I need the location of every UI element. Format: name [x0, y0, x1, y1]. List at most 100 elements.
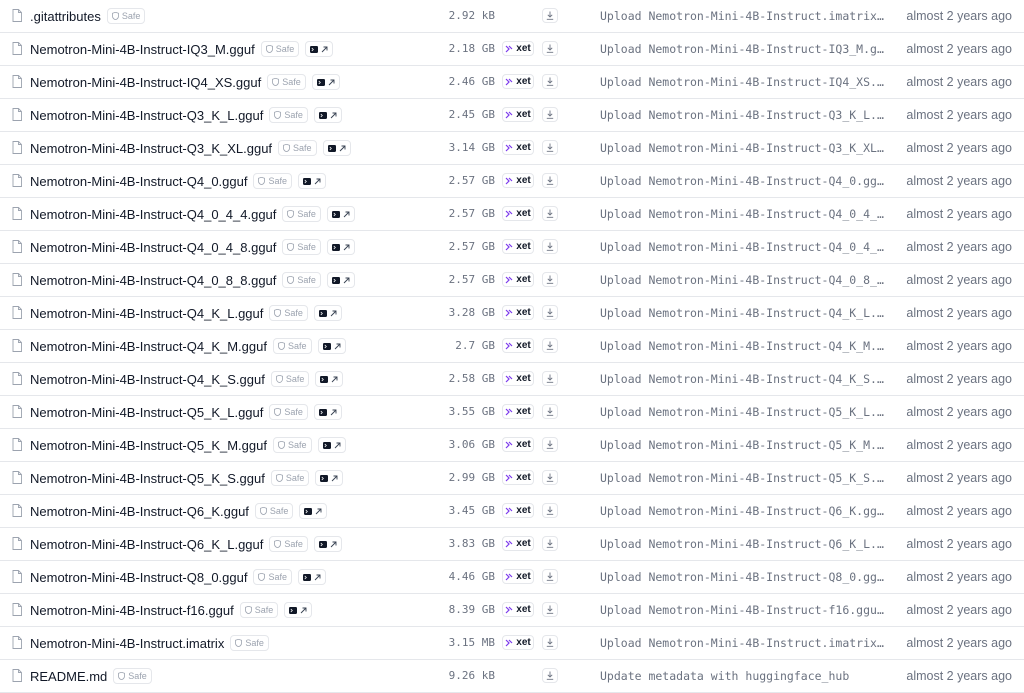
safe-badge[interactable]: Safe — [267, 74, 306, 90]
file-name-link[interactable]: Nemotron-Mini-4B-Instruct-Q5_K_M.gguf — [30, 438, 267, 453]
download-button[interactable] — [542, 338, 558, 353]
file-row[interactable]: Nemotron-Mini-4B-Instruct-Q4_0.gguf Safe… — [0, 165, 1024, 198]
file-row[interactable]: Nemotron-Mini-4B-Instruct.imatrix Safe 3… — [0, 627, 1024, 660]
download-button[interactable] — [542, 173, 558, 188]
open-in-app-button[interactable] — [298, 569, 326, 585]
xet-badge[interactable]: xet — [502, 239, 534, 254]
safe-badge[interactable]: Safe — [254, 503, 294, 519]
commit-message-link[interactable]: Update metadata with huggingface_hub — [600, 669, 890, 683]
file-name-link[interactable]: Nemotron-Mini-4B-Instruct-f16.gguf — [30, 603, 234, 618]
download-button[interactable] — [542, 404, 558, 419]
commit-message-link[interactable]: Upload Nemotron-Mini-4B-Instruct-Q6_K_L.… — [600, 537, 890, 551]
commit-message-link[interactable]: Upload Nemotron-Mini-4B-Instruct-Q4_K_S.… — [600, 372, 890, 386]
file-name-link[interactable]: Nemotron-Mini-4B-Instruct-Q4_K_L.gguf — [30, 306, 263, 321]
open-in-app-button[interactable] — [298, 173, 326, 189]
file-row[interactable]: Nemotron-Mini-4B-Instruct-IQ4_XS.gguf Sa… — [0, 66, 1024, 99]
download-button[interactable] — [542, 635, 558, 650]
open-in-app-button[interactable] — [305, 41, 334, 57]
open-in-app-button[interactable] — [326, 239, 355, 255]
commit-message-link[interactable]: Upload Nemotron-Mini-4B-Instruct-Q5_K_L.… — [600, 405, 890, 419]
commit-message-link[interactable]: Upload Nemotron-Mini-4B-Instruct-Q6_K.gg… — [600, 504, 890, 518]
xet-badge[interactable]: xet — [502, 206, 534, 221]
file-name-link[interactable]: Nemotron-Mini-4B-Instruct-Q4_K_M.gguf — [30, 339, 267, 354]
file-row[interactable]: Nemotron-Mini-4B-Instruct-Q4_0_8_8.gguf … — [0, 264, 1024, 297]
commit-message-link[interactable]: Upload Nemotron-Mini-4B-Instruct-Q4_0_4_… — [600, 240, 890, 254]
open-in-app-button[interactable] — [326, 206, 355, 222]
xet-badge[interactable]: xet — [502, 635, 534, 650]
commit-message-link[interactable]: Upload Nemotron-Mini-4B-Instruct-Q3_K_L.… — [600, 108, 890, 122]
file-name-link[interactable]: Nemotron-Mini-4B-Instruct-Q6_K_L.gguf — [30, 537, 263, 552]
commit-message-link[interactable]: Upload Nemotron-Mini-4B-Instruct.imatrix… — [600, 9, 890, 23]
xet-badge[interactable]: xet — [502, 569, 534, 584]
commit-message-link[interactable]: Upload Nemotron-Mini-4B-Instruct-IQ4_XS.… — [600, 75, 890, 89]
open-in-app-button[interactable] — [299, 503, 328, 519]
safe-badge[interactable]: Safe — [282, 272, 321, 288]
safe-badge[interactable]: Safe — [239, 602, 279, 618]
safe-badge[interactable]: Safe — [282, 239, 321, 255]
commit-message-link[interactable]: Upload Nemotron-Mini-4B-Instruct-IQ3_M.g… — [600, 42, 890, 56]
file-row[interactable]: Nemotron-Mini-4B-Instruct-f16.gguf Safe … — [0, 594, 1024, 627]
xet-badge[interactable]: xet — [502, 338, 534, 353]
file-row[interactable]: Nemotron-Mini-4B-Instruct-Q4_0_4_4.gguf … — [0, 198, 1024, 231]
safe-badge[interactable]: Safe — [272, 437, 312, 453]
xet-badge[interactable]: xet — [502, 602, 534, 617]
commit-message-link[interactable]: Upload Nemotron-Mini-4B-Instruct-Q5_K_M.… — [600, 438, 890, 452]
download-button[interactable] — [542, 503, 558, 518]
xet-badge[interactable]: xet — [502, 74, 534, 89]
file-name-link[interactable]: Nemotron-Mini-4B-Instruct-Q5_K_L.gguf — [30, 405, 263, 420]
safe-badge[interactable]: Safe — [269, 305, 308, 321]
open-in-app-button[interactable] — [315, 371, 344, 387]
commit-message-link[interactable]: Upload Nemotron-Mini-4B-Instruct-f16.ggu… — [600, 603, 890, 617]
download-button[interactable] — [542, 239, 558, 254]
download-button[interactable] — [542, 272, 558, 287]
xet-badge[interactable]: xet — [502, 470, 534, 485]
file-row[interactable]: README.md Safe 9.26 kB Update metadata w… — [0, 660, 1024, 693]
download-button[interactable] — [542, 371, 558, 386]
xet-badge[interactable]: xet — [502, 107, 534, 122]
file-name-link[interactable]: Nemotron-Mini-4B-Instruct-Q4_0.gguf — [30, 174, 247, 189]
download-button[interactable] — [542, 569, 558, 584]
xet-badge[interactable]: xet — [502, 536, 534, 551]
open-in-app-button[interactable] — [326, 272, 355, 288]
safe-badge[interactable]: Safe — [270, 470, 310, 486]
file-row[interactable]: Nemotron-Mini-4B-Instruct-Q8_0.gguf Safe… — [0, 561, 1024, 594]
file-row[interactable]: Nemotron-Mini-4B-Instruct-Q4_K_S.gguf Sa… — [0, 363, 1024, 396]
commit-message-link[interactable]: Upload Nemotron-Mini-4B-Instruct-Q8_0.gg… — [600, 570, 890, 584]
download-button[interactable] — [542, 206, 558, 221]
safe-badge[interactable]: Safe — [270, 371, 310, 387]
commit-message-link[interactable]: Upload Nemotron-Mini-4B-Instruct-Q4_0_4_… — [600, 207, 890, 221]
xet-badge[interactable]: xet — [502, 173, 534, 188]
file-name-link[interactable]: Nemotron-Mini-4B-Instruct-Q3_K_L.gguf — [30, 108, 263, 123]
file-row[interactable]: Nemotron-Mini-4B-Instruct-Q4_0_4_8.gguf … — [0, 231, 1024, 264]
safe-badge[interactable]: Safe — [269, 107, 308, 123]
file-name-link[interactable]: Nemotron-Mini-4B-Instruct-Q4_K_S.gguf — [30, 372, 265, 387]
xet-badge[interactable]: xet — [502, 41, 534, 56]
safe-badge[interactable]: Safe — [269, 536, 308, 552]
commit-message-link[interactable]: Upload Nemotron-Mini-4B-Instruct-Q3_K_XL… — [600, 141, 890, 155]
download-button[interactable] — [542, 536, 558, 551]
open-in-app-button[interactable] — [315, 470, 344, 486]
download-button[interactable] — [542, 8, 558, 23]
download-button[interactable] — [542, 305, 558, 320]
file-row[interactable]: Nemotron-Mini-4B-Instruct-Q3_K_L.gguf Sa… — [0, 99, 1024, 132]
safe-badge[interactable]: Safe — [113, 668, 152, 684]
file-row[interactable]: Nemotron-Mini-4B-Instruct-Q5_K_L.gguf Sa… — [0, 396, 1024, 429]
safe-badge[interactable]: Safe — [269, 404, 308, 420]
file-row[interactable]: Nemotron-Mini-4B-Instruct-IQ3_M.gguf Saf… — [0, 33, 1024, 66]
file-row[interactable]: .gitattributes Safe 2.92 kB Upload Nemot… — [0, 0, 1024, 33]
safe-badge[interactable]: Safe — [260, 41, 300, 57]
xet-badge[interactable]: xet — [502, 503, 534, 518]
download-button[interactable] — [542, 74, 558, 89]
open-in-app-button[interactable] — [317, 338, 346, 354]
file-name-link[interactable]: Nemotron-Mini-4B-Instruct-Q4_0_8_8.gguf — [30, 273, 276, 288]
file-name-link[interactable]: Nemotron-Mini-4B-Instruct-Q4_0_4_4.gguf — [30, 207, 276, 222]
file-row[interactable]: Nemotron-Mini-4B-Instruct-Q5_K_S.gguf Sa… — [0, 462, 1024, 495]
open-in-app-button[interactable] — [313, 536, 342, 552]
open-in-app-button[interactable] — [313, 305, 342, 321]
file-row[interactable]: Nemotron-Mini-4B-Instruct-Q4_K_M.gguf Sa… — [0, 330, 1024, 363]
commit-message-link[interactable]: Upload Nemotron-Mini-4B-Instruct-Q4_0_8_… — [600, 273, 890, 287]
file-name-link[interactable]: Nemotron-Mini-4B-Instruct.imatrix — [30, 636, 224, 651]
file-row[interactable]: Nemotron-Mini-4B-Instruct-Q4_K_L.gguf Sa… — [0, 297, 1024, 330]
commit-message-link[interactable]: Upload Nemotron-Mini-4B-Instruct-Q4_K_M.… — [600, 339, 890, 353]
commit-message-link[interactable]: Upload Nemotron-Mini-4B-Instruct.imatrix… — [600, 636, 890, 650]
